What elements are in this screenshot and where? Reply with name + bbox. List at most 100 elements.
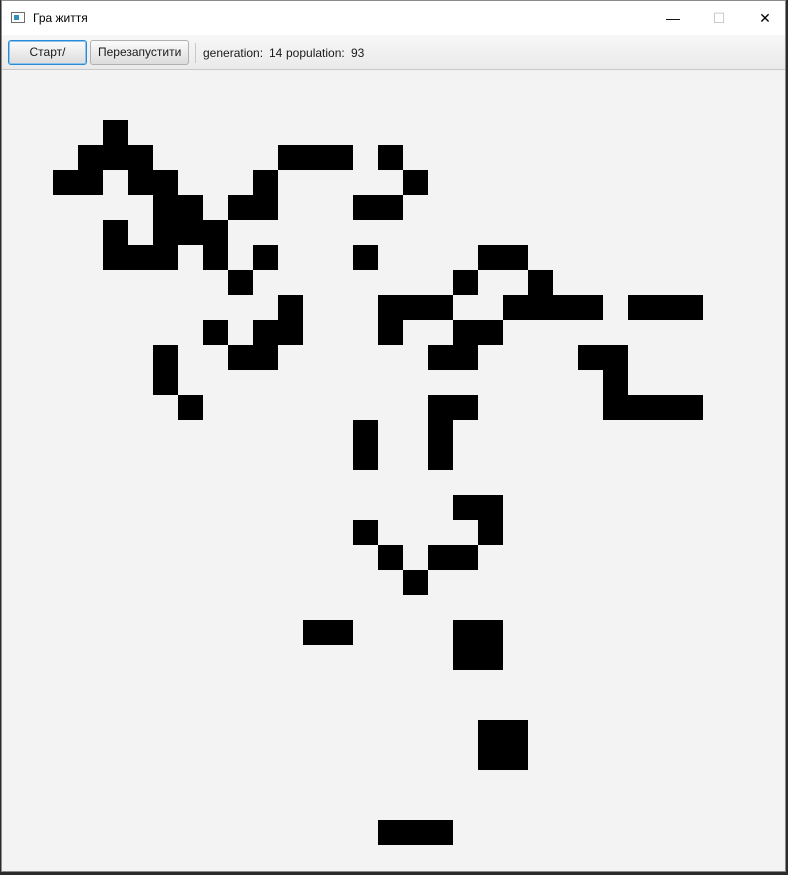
live-cell	[328, 145, 353, 170]
live-cell	[503, 720, 528, 745]
app-window: Гра життя — ☐ ✕ Старт/Стоп Перезапустити…	[1, 0, 786, 872]
live-cell	[253, 345, 278, 370]
live-cell	[353, 445, 378, 470]
generation-label: generation:	[203, 46, 264, 60]
live-cell	[278, 295, 303, 320]
live-cell	[453, 545, 478, 570]
live-cell	[203, 320, 228, 345]
live-cell	[153, 370, 178, 395]
live-cell	[453, 345, 478, 370]
live-cell	[478, 245, 503, 270]
live-cell	[628, 395, 653, 420]
window-title: Гра життя	[33, 11, 88, 25]
live-cell	[378, 295, 403, 320]
live-cell	[478, 320, 503, 345]
population-value: 93	[351, 46, 365, 60]
live-cell	[178, 195, 203, 220]
live-cell	[453, 270, 478, 295]
window-app-icon	[11, 12, 25, 23]
live-cell	[453, 645, 478, 670]
live-cell	[453, 495, 478, 520]
live-cell	[78, 145, 103, 170]
live-cell	[303, 145, 328, 170]
live-cell	[553, 295, 578, 320]
live-cell	[228, 270, 253, 295]
live-cell	[578, 295, 603, 320]
toolbar-separator	[195, 43, 196, 63]
live-cell	[528, 295, 553, 320]
restart-button[interactable]: Перезапустити	[90, 40, 189, 65]
live-cell	[403, 570, 428, 595]
live-cell	[328, 620, 353, 645]
live-cell	[378, 545, 403, 570]
live-cell	[578, 345, 603, 370]
live-cell	[678, 395, 703, 420]
population-label: population:	[286, 46, 345, 60]
live-cell	[153, 220, 178, 245]
live-cell	[353, 520, 378, 545]
live-cell	[503, 245, 528, 270]
live-cell	[478, 720, 503, 745]
live-cell	[653, 395, 678, 420]
live-cell	[478, 520, 503, 545]
live-cell	[428, 445, 453, 470]
live-cell	[78, 170, 103, 195]
live-cell	[603, 345, 628, 370]
live-cell	[153, 170, 178, 195]
live-cell	[178, 220, 203, 245]
live-cell	[228, 345, 253, 370]
live-cell	[428, 345, 453, 370]
live-cell	[403, 295, 428, 320]
live-cell	[153, 245, 178, 270]
live-cell	[478, 620, 503, 645]
life-grid-canvas[interactable]	[2, 70, 785, 871]
live-cell	[428, 395, 453, 420]
live-cell	[178, 395, 203, 420]
live-cell	[228, 195, 253, 220]
start-stop-button[interactable]: Старт/Стоп	[8, 40, 87, 82]
live-cell	[503, 295, 528, 320]
minimize-icon[interactable]: —	[650, 1, 696, 35]
live-cell	[303, 620, 328, 645]
live-cell	[478, 645, 503, 670]
live-cell	[353, 420, 378, 445]
live-cell	[203, 245, 228, 270]
live-cell	[203, 220, 228, 245]
live-cell	[453, 395, 478, 420]
live-cell	[678, 295, 703, 320]
live-cell	[253, 320, 278, 345]
live-cell	[278, 145, 303, 170]
live-cell	[653, 295, 678, 320]
toolbar: Старт/Стоп Перезапустити generation: 14 …	[2, 35, 785, 82]
generation-value: 14	[269, 46, 283, 60]
live-cell	[128, 245, 153, 270]
live-cell	[253, 170, 278, 195]
live-cell	[503, 745, 528, 770]
live-cell	[103, 145, 128, 170]
live-cell	[403, 170, 428, 195]
live-cell	[603, 370, 628, 395]
live-cell	[253, 245, 278, 270]
live-cell	[378, 195, 403, 220]
live-cell	[353, 245, 378, 270]
live-cell	[53, 170, 78, 195]
live-cell	[428, 820, 453, 845]
live-cell	[378, 320, 403, 345]
maximize-icon[interactable]: ☐	[696, 1, 742, 35]
live-cell	[128, 170, 153, 195]
title-bar[interactable]: Гра життя — ☐ ✕	[2, 1, 785, 35]
live-cell	[428, 295, 453, 320]
close-icon[interactable]: ✕	[742, 1, 788, 35]
live-cell	[453, 320, 478, 345]
live-cell	[478, 495, 503, 520]
live-cell	[128, 145, 153, 170]
live-cell	[103, 120, 128, 145]
live-cell	[603, 395, 628, 420]
live-cell	[528, 270, 553, 295]
live-cell	[103, 245, 128, 270]
live-cell	[403, 820, 428, 845]
live-cell	[428, 545, 453, 570]
live-cell	[153, 195, 178, 220]
live-cell	[628, 295, 653, 320]
live-cell	[103, 220, 128, 245]
